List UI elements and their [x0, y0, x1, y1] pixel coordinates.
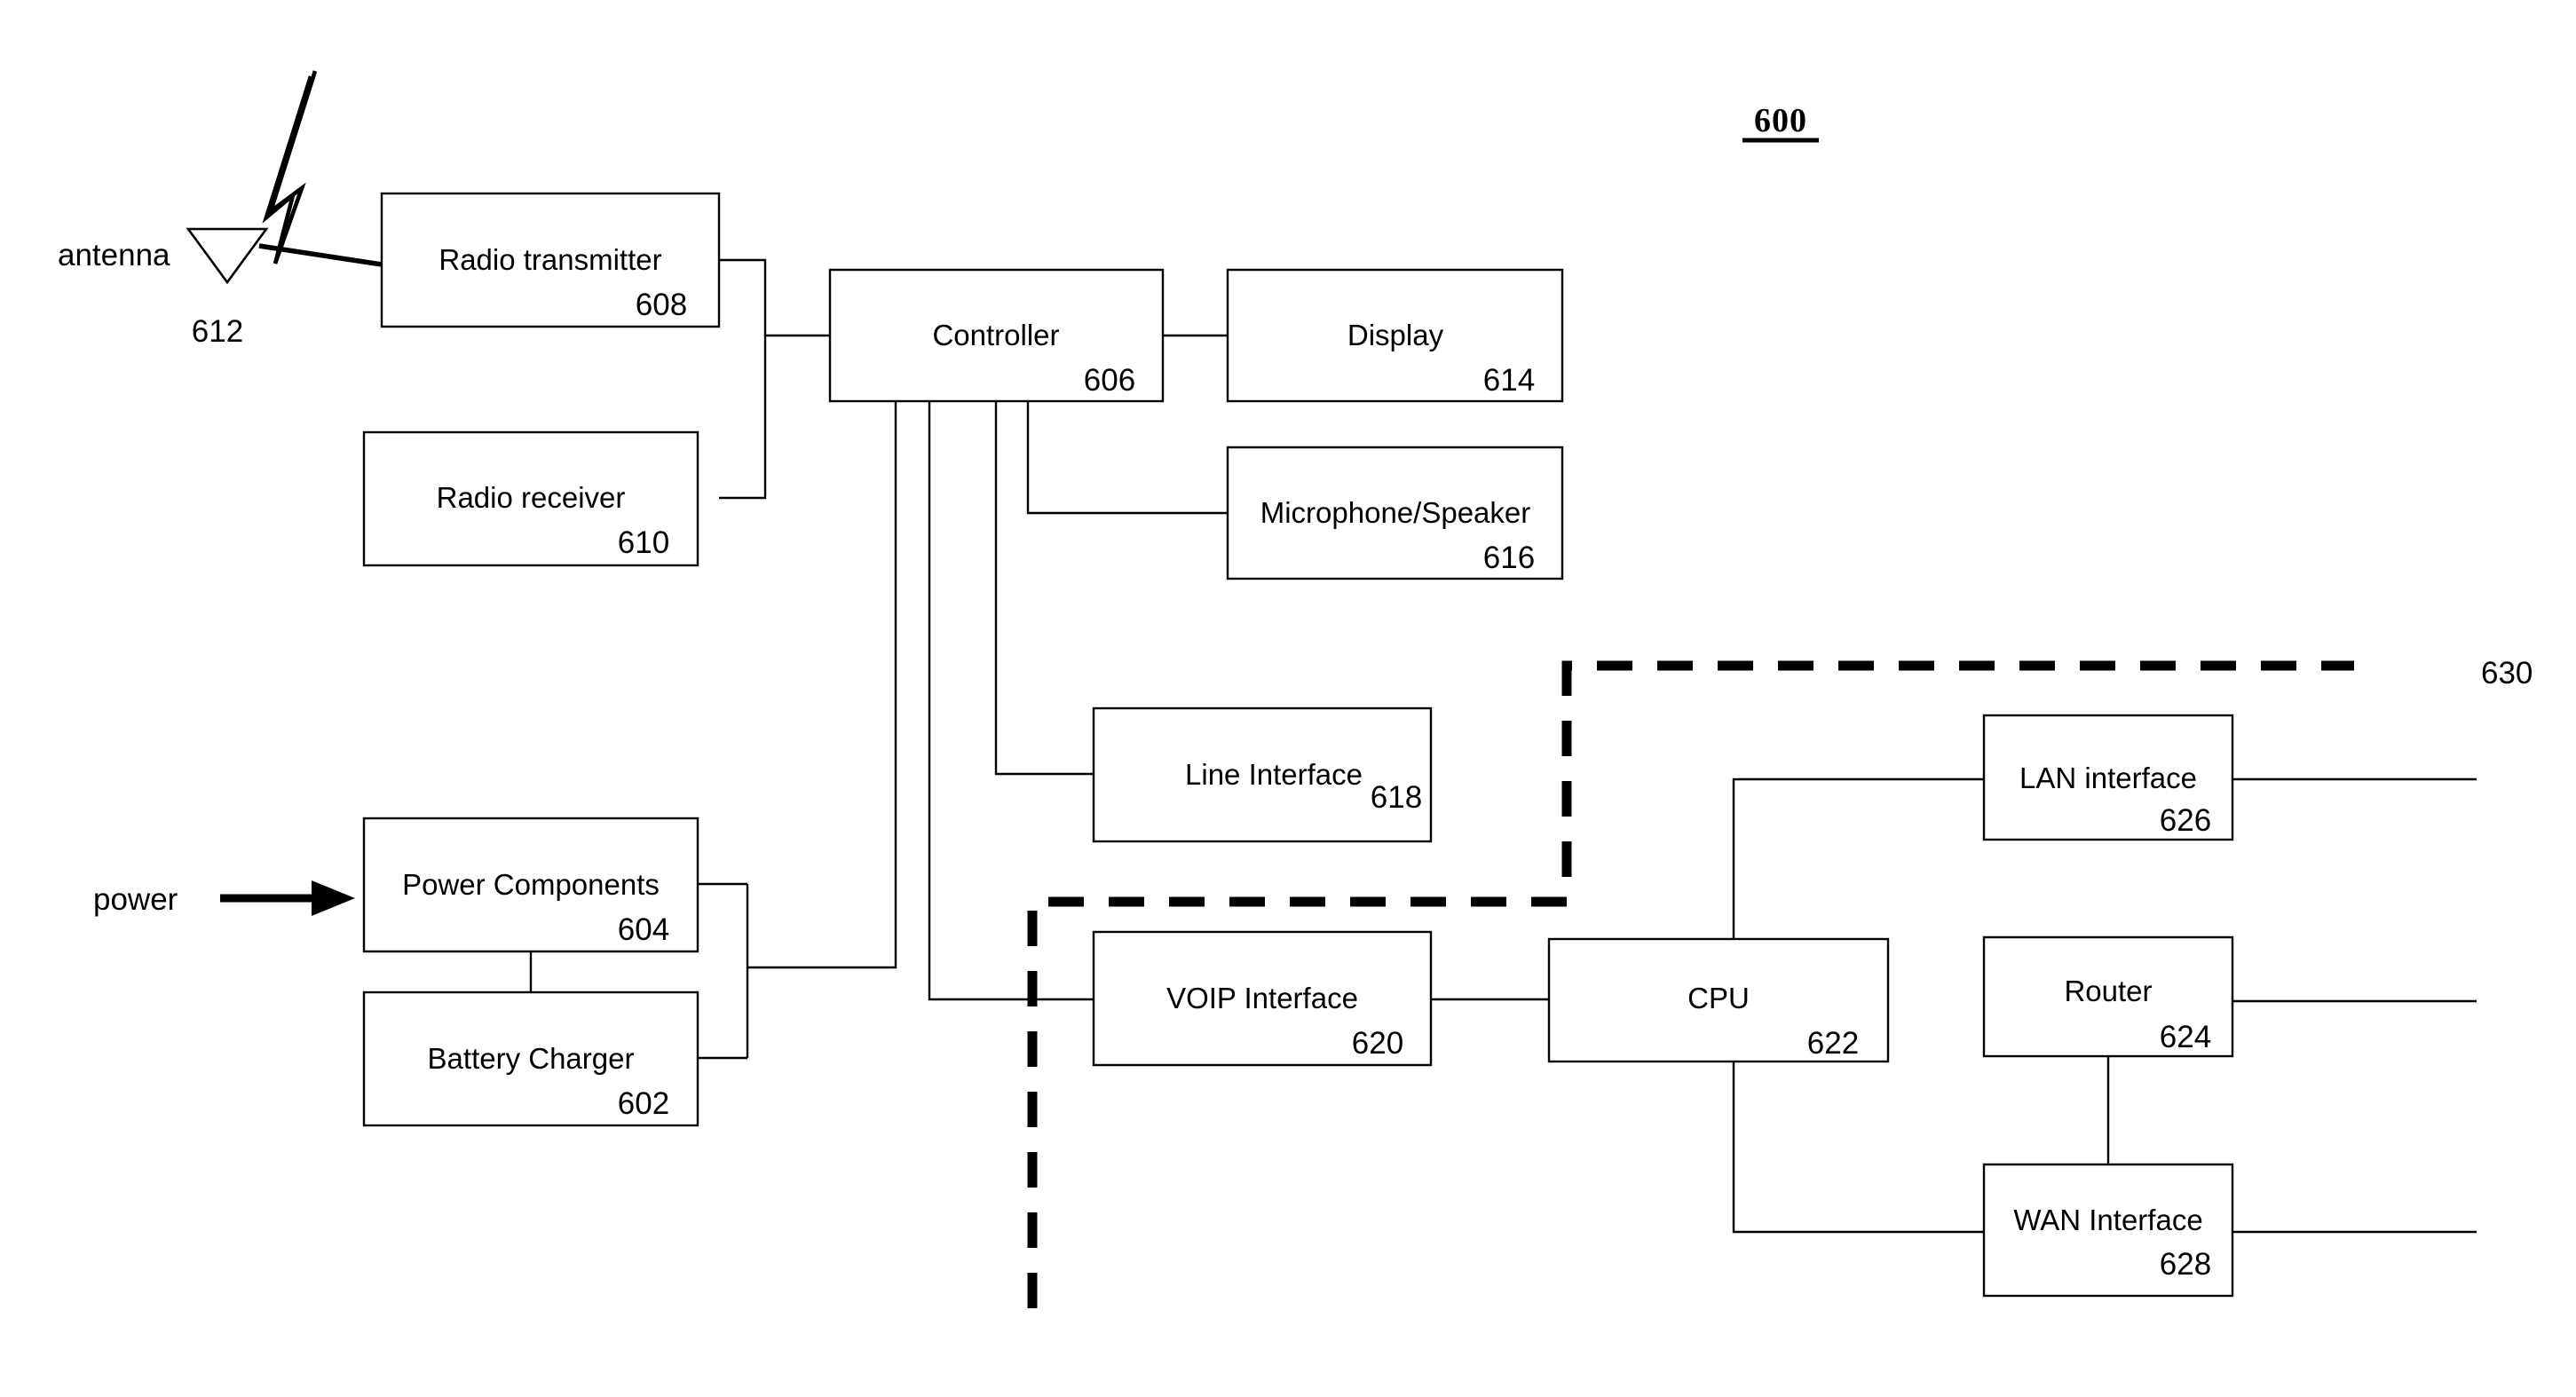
label-antenna: antenna [58, 238, 170, 272]
label-voip-interface-title: VOIP Interface [1166, 982, 1358, 1014]
block-rect-layer [362, 192, 2234, 1298]
label-radio-receiver-num: 610 [618, 525, 669, 560]
power-arrow-head-icon [312, 880, 355, 916]
label-display-num: 614 [1483, 363, 1535, 398]
label-router-title: Router [2064, 975, 2152, 1007]
label-voip-interface-num: 620 [1352, 1026, 1403, 1061]
wire-controller-to-mic-speaker [1026, 401, 1228, 515]
label-controller-title: Controller [932, 319, 1059, 351]
wire-receiver-to-controller [719, 335, 767, 500]
label-cpu-title: CPU [1687, 982, 1750, 1014]
label-mic-speaker-num: 616 [1483, 541, 1535, 575]
label-battery-charger-title: Battery Charger [428, 1042, 635, 1075]
label-radio-receiver-title: Radio receiver [437, 481, 626, 514]
power-input-arrow-group [220, 880, 355, 916]
label-power-components-title: Power Components [402, 868, 660, 901]
label-power-components-num: 604 [618, 912, 669, 947]
wire-controller-to-power-bus [747, 401, 897, 969]
label-radio-transmitter-title: Radio transmitter [439, 243, 661, 276]
label-wan-interface-num: 628 [2160, 1247, 2211, 1282]
label-mic-speaker-title: Microphone/Speaker [1260, 496, 1531, 529]
wire-cpu-to-lan-interface [1732, 777, 1984, 939]
label-lan-interface-num: 626 [2160, 803, 2211, 838]
antenna-symbol-group [186, 70, 383, 285]
label-line-interface-num: 618 [1371, 780, 1422, 815]
label-antenna-ref-612: 612 [192, 314, 243, 349]
label-lan-interface-title: LAN interface [2019, 762, 2197, 794]
wire-transmitter-to-controller [719, 258, 830, 337]
figure-canvas: Radio transmitter 608 Radio receiver 610… [0, 0, 2576, 1397]
wire-controller-to-line-interface [994, 401, 1094, 776]
label-router-num: 624 [2160, 1020, 2211, 1054]
label-line-interface-title: Line Interface [1185, 758, 1363, 791]
label-controller-num: 606 [1084, 363, 1135, 398]
wire-controller-to-voip-interface [928, 401, 1094, 1001]
wire-cpu-to-wan-interface [1732, 1062, 1984, 1234]
lightning-bolt-icon [266, 70, 318, 264]
antenna-triangle-icon [186, 227, 269, 285]
label-power: power [93, 882, 178, 917]
label-battery-charger-num: 602 [618, 1086, 669, 1121]
label-radio-transmitter-num: 608 [636, 288, 687, 322]
label-display-title: Display [1347, 319, 1444, 351]
figure-number-600: 600 [1754, 102, 1807, 139]
label-wan-interface-title: WAN Interface [2013, 1204, 2202, 1236]
block-diagram: Radio transmitter 608 Radio receiver 610… [58, 70, 2533, 1308]
label-cpu-num: 622 [1807, 1026, 1859, 1061]
label-boundary-ref-630: 630 [2481, 656, 2533, 691]
